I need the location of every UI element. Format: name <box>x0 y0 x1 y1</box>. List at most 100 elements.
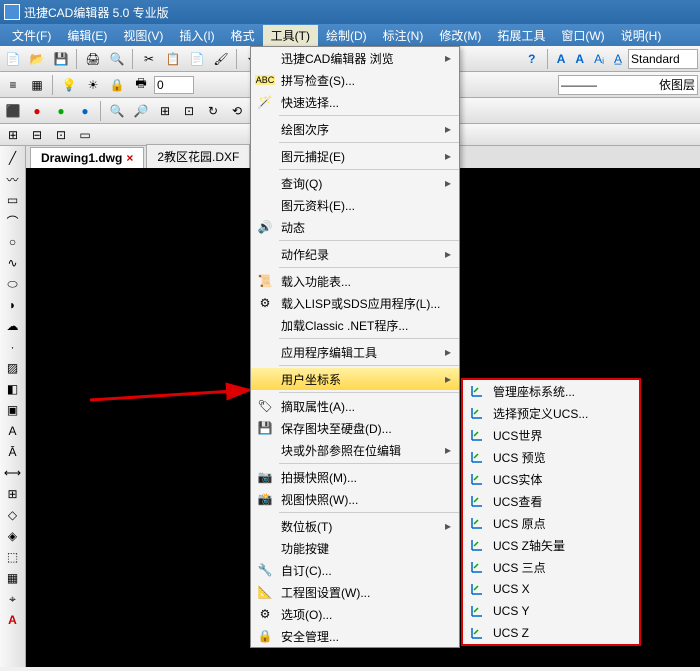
ucs-item[interactable]: UCS X <box>463 578 639 600</box>
ucs-item[interactable]: UCS 预览 <box>463 446 639 468</box>
cut-icon[interactable]: ✂ <box>138 48 160 70</box>
tb3-3[interactable]: ● <box>50 100 72 122</box>
tb4-1[interactable]: ⊞ <box>2 124 24 146</box>
rect-icon[interactable]: ▭ <box>2 190 24 210</box>
ucs-item[interactable]: UCS 三点 <box>463 556 639 578</box>
menu-file[interactable]: 文件(F) <box>4 25 59 46</box>
text-a1[interactable]: A <box>553 52 570 66</box>
misc1-icon[interactable]: ◇ <box>2 505 24 525</box>
circle-icon[interactable]: ○ <box>2 232 24 252</box>
line-icon[interactable]: ╱ <box>2 148 24 168</box>
menu-help[interactable]: 说明(H) <box>613 25 670 46</box>
menu-item[interactable]: 💾保存图块至硬盘(D)... <box>251 417 459 439</box>
misc5-icon[interactable]: ⌖ <box>2 589 24 609</box>
lock-icon[interactable]: 🔒 <box>106 74 128 96</box>
ucs-item[interactable]: UCS实体 <box>463 468 639 490</box>
earc-icon[interactable]: ◗ <box>2 295 24 315</box>
menu-modify[interactable]: 修改(M) <box>431 25 489 46</box>
region-icon[interactable]: ◧ <box>2 379 24 399</box>
menu-window[interactable]: 窗口(W) <box>553 25 612 46</box>
menu-item[interactable]: 🪄快速选择... <box>251 91 459 113</box>
menu-expand[interactable]: 拓展工具 <box>489 25 553 46</box>
menu-item[interactable]: 功能按键 <box>251 537 459 559</box>
close-icon[interactable]: × <box>126 151 133 165</box>
sun-icon[interactable]: ☀ <box>82 74 104 96</box>
menu-item[interactable]: 动作纪录▸ <box>251 243 459 265</box>
tb3-9[interactable]: ↻ <box>202 100 224 122</box>
polyline-icon[interactable]: 〰 <box>2 169 24 189</box>
open-icon[interactable]: 📂 <box>26 48 48 70</box>
menu-item[interactable]: 🏷摘取属性(A)... <box>251 395 459 417</box>
spline-icon[interactable]: ∿ <box>2 253 24 273</box>
mtext-icon[interactable]: Ā <box>2 442 24 462</box>
layer-icon[interactable]: ≡ <box>2 74 24 96</box>
menu-item[interactable]: ABC拼写检查(S)... <box>251 69 459 91</box>
help-icon[interactable]: ? <box>521 48 543 70</box>
cloud-icon[interactable]: ☁ <box>2 316 24 336</box>
tb3-4[interactable]: ● <box>74 100 96 122</box>
menu-item[interactable]: ⚙载入LISP或SDS应用程序(L)... <box>251 292 459 314</box>
tb3-1[interactable]: ⬛ <box>2 100 24 122</box>
text-a3[interactable]: Aᵢ <box>590 52 608 66</box>
menu-annotate[interactable]: 标注(N) <box>375 25 432 46</box>
menu-edit[interactable]: 编辑(E) <box>59 25 115 46</box>
menu-item[interactable]: ⚙选项(O)... <box>251 603 459 625</box>
menu-item[interactable]: 🔧自订(C)... <box>251 559 459 581</box>
menu-item[interactable]: 图元捕捉(E)▸ <box>251 145 459 167</box>
menu-item[interactable]: 📐工程图设置(W)... <box>251 581 459 603</box>
new-icon[interactable]: 📄 <box>2 48 24 70</box>
ucs-item[interactable]: UCS世界 <box>463 424 639 446</box>
misc3-icon[interactable]: ⬚ <box>2 547 24 567</box>
point-icon[interactable]: · <box>2 337 24 357</box>
tb3-2[interactable]: ● <box>26 100 48 122</box>
tb3-6[interactable]: 🔎 <box>130 100 152 122</box>
tb3-7[interactable]: ⊞ <box>154 100 176 122</box>
menu-format[interactable]: 格式 <box>223 25 263 46</box>
menu-item[interactable]: 数位板(T)▸ <box>251 515 459 537</box>
menu-item[interactable]: 迅捷CAD编辑器 浏览▸ <box>251 47 459 69</box>
menu-item[interactable]: 图元资料(E)... <box>251 194 459 216</box>
brush-icon[interactable]: 🖌 <box>210 48 232 70</box>
layers-icon[interactable]: ▦ <box>26 74 48 96</box>
menu-item[interactable]: 加载Classic .NET程序... <box>251 314 459 336</box>
ucs-item[interactable]: UCS 原点 <box>463 512 639 534</box>
menu-item[interactable]: 应用程序编辑工具▸ <box>251 341 459 363</box>
menu-item[interactable]: 🔒安全管理... <box>251 625 459 647</box>
hatch-icon[interactable]: ▨ <box>2 358 24 378</box>
tb3-8[interactable]: ⊡ <box>178 100 200 122</box>
paste-icon[interactable]: 📄 <box>186 48 208 70</box>
ucs-item[interactable]: 选择预定义UCS... <box>463 402 639 424</box>
menu-item[interactable]: 📜载入功能表... <box>251 270 459 292</box>
copy-icon[interactable]: 📋 <box>162 48 184 70</box>
table-icon[interactable]: ⊞ <box>2 484 24 504</box>
style-combo[interactable]: Standard <box>628 49 698 69</box>
menu-tools[interactable]: 工具(T) <box>263 25 318 46</box>
menu-insert[interactable]: 插入(I) <box>171 25 222 46</box>
menu-draw[interactable]: 绘制(D) <box>318 25 375 46</box>
tb3-5[interactable]: 🔍 <box>106 100 128 122</box>
menu-item[interactable]: 绘图次序▸ <box>251 118 459 140</box>
menu-item[interactable]: 用户坐标系▸ <box>251 368 459 390</box>
print-icon[interactable]: 🖨 <box>82 48 104 70</box>
text-a2[interactable]: A <box>571 52 588 66</box>
tb4-2[interactable]: ⊟ <box>26 124 48 146</box>
linetype-combo[interactable]: ———依图层 <box>558 75 698 95</box>
layer-input[interactable] <box>154 76 194 94</box>
misc4-icon[interactable]: ▦ <box>2 568 24 588</box>
arc-icon[interactable]: ⌒ <box>2 211 24 231</box>
menu-item[interactable]: 📸视图快照(W)... <box>251 488 459 510</box>
menu-item[interactable]: 🔊动态 <box>251 216 459 238</box>
tb4-3[interactable]: ⊡ <box>50 124 72 146</box>
ucs-item[interactable]: UCS Z轴矢量 <box>463 534 639 556</box>
dim-icon[interactable]: ⟷ <box>2 463 24 483</box>
menu-item[interactable]: 📷拍摄快照(M)... <box>251 466 459 488</box>
print2-icon[interactable]: 🖶 <box>130 74 152 96</box>
misc2-icon[interactable]: ◈ <box>2 526 24 546</box>
ucs-item[interactable]: UCS查看 <box>463 490 639 512</box>
tab-flower[interactable]: 2教区花园.DXF <box>146 144 250 168</box>
menu-item[interactable]: 查询(Q)▸ <box>251 172 459 194</box>
ucs-item[interactable]: 管理座标系统... <box>463 380 639 402</box>
bulb-icon[interactable]: 💡 <box>58 74 80 96</box>
tab-drawing1[interactable]: Drawing1.dwg × <box>30 147 144 168</box>
ellipse-icon[interactable]: ⬭ <box>2 274 24 294</box>
